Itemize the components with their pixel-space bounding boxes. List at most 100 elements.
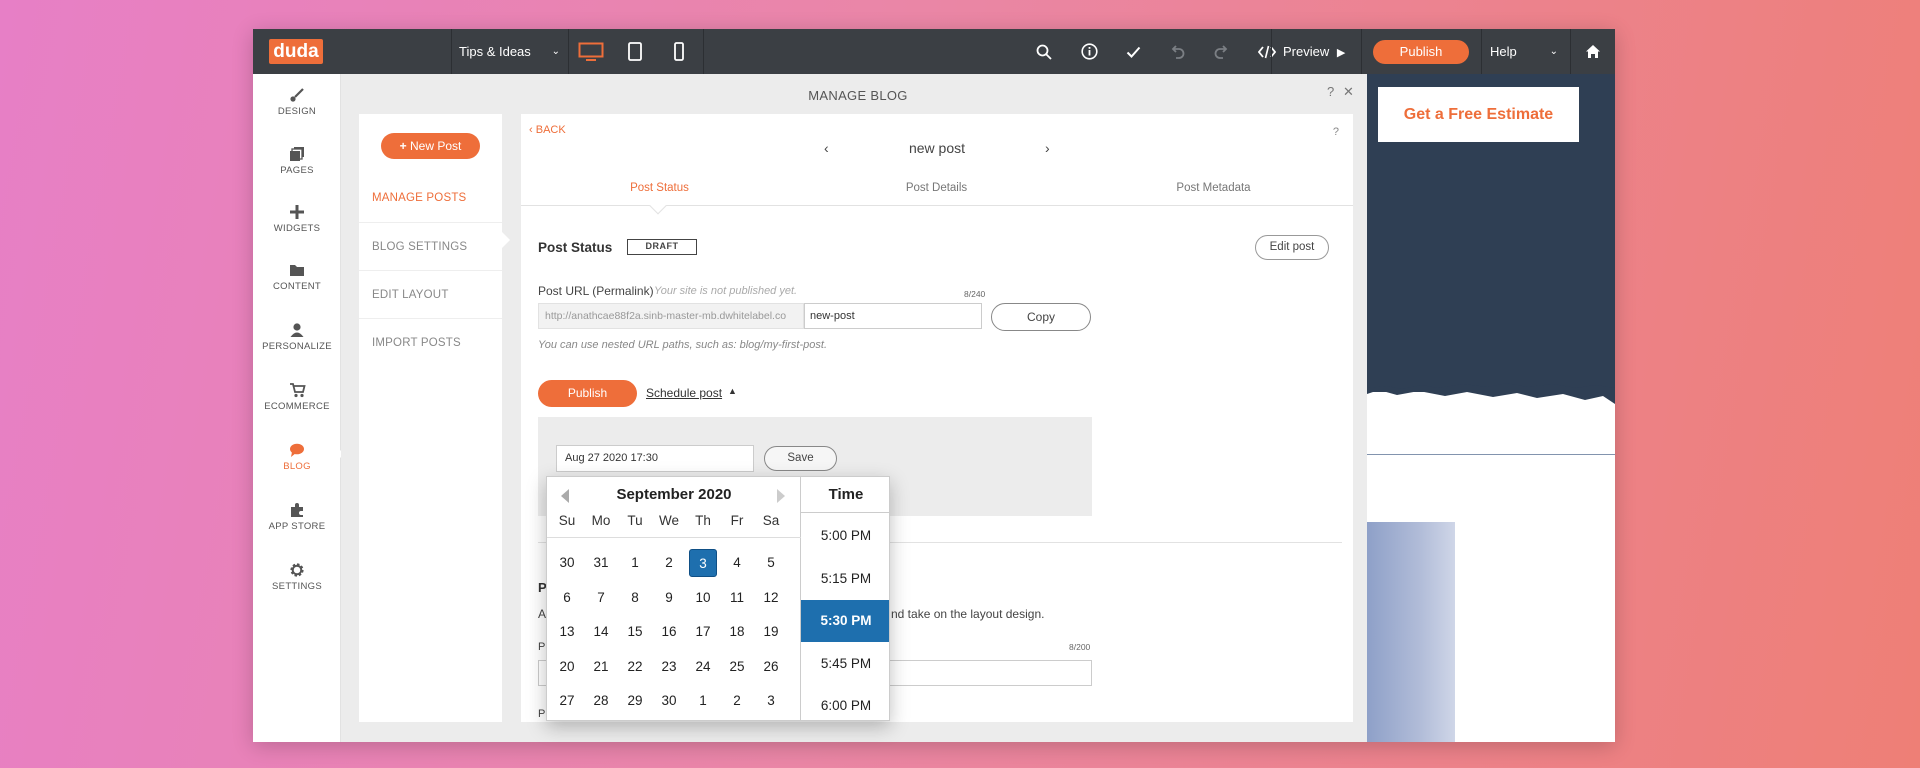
url-slug-input[interactable]: new-post [804, 303, 982, 329]
calendar-day[interactable]: 28 [587, 687, 615, 715]
tab-post-metadata[interactable]: Post Metadata [1075, 170, 1352, 206]
tab-post-details[interactable]: Post Details [798, 170, 1075, 206]
time-option[interactable]: 6:00 PM [801, 685, 889, 720]
calendar-day[interactable]: 19 [757, 618, 785, 646]
calendar-day-selected[interactable]: 3 [689, 549, 717, 577]
calendar: September 2020 Su Mo Tu We Th Fr Sa 30 31 1 2 3 4 5 6… [547, 477, 801, 720]
calendar-day[interactable]: 3 [757, 687, 785, 715]
redo-button[interactable] [1199, 29, 1243, 74]
calendar-day[interactable]: 16 [655, 618, 683, 646]
calendar-day[interactable]: 30 [553, 549, 581, 577]
cart-icon [253, 379, 341, 401]
next-month-button[interactable] [777, 489, 785, 503]
preview-button[interactable]: Preview ▶ [1271, 29, 1361, 74]
sidebar-item-label: WIDGETS [273, 223, 321, 234]
calendar-day[interactable]: 1 [621, 549, 649, 577]
calendar-day[interactable]: 23 [655, 653, 683, 681]
calendar-day[interactable]: 7 [587, 584, 615, 612]
calendar-day[interactable]: 18 [723, 618, 751, 646]
calendar-day[interactable]: 4 [723, 549, 751, 577]
nav-import-posts[interactable]: IMPORT POSTS [359, 318, 502, 366]
nav-blog-settings[interactable]: BLOG SETTINGS [359, 222, 502, 270]
back-link[interactable]: ‹ BACK [529, 124, 566, 136]
calendar-day[interactable]: 5 [757, 549, 785, 577]
sidebar-item-widgets[interactable]: WIDGETS [253, 195, 341, 253]
search-icon [1036, 44, 1052, 60]
calendar-day[interactable]: 26 [757, 653, 785, 681]
calendar-day[interactable]: 9 [655, 584, 683, 612]
schedule-post-link[interactable]: Schedule post [646, 386, 722, 400]
help-dropdown[interactable]: Help ⌄ [1482, 29, 1568, 74]
undo-button[interactable] [1155, 29, 1199, 74]
calendar-day[interactable]: 8 [621, 584, 649, 612]
calendar-day[interactable]: 15 [621, 618, 649, 646]
sidebar-item-design[interactable]: DESIGN [253, 78, 341, 136]
edit-post-button[interactable]: Edit post [1255, 235, 1329, 260]
next-post-button[interactable]: › [1045, 140, 1050, 156]
datetime-picker: September 2020 Su Mo Tu We Th Fr Sa 30 31 1 2 3 4 5 6… [546, 476, 890, 721]
calendar-day[interactable]: 6 [553, 584, 581, 612]
search-button[interactable] [1022, 29, 1066, 74]
sidebar-item-pages[interactable]: PAGES [253, 137, 341, 195]
calendar-day[interactable]: 13 [553, 618, 581, 646]
save-schedule-button[interactable]: Save [764, 446, 837, 471]
new-post-button[interactable]: + New Post [381, 133, 480, 159]
calendar-day[interactable]: 29 [621, 687, 649, 715]
time-option[interactable]: 5:45 PM [801, 643, 889, 685]
sidebar-item-ecommerce[interactable]: ECOMMERCE [253, 373, 341, 431]
mobile-icon [674, 42, 684, 61]
close-icon[interactable]: ✕ [1343, 84, 1354, 100]
chevron-up-icon[interactable]: ▲ [728, 386, 737, 396]
preview-image [1367, 522, 1455, 742]
tablet-view-button[interactable] [613, 29, 657, 74]
brush-stroke-divider [1367, 383, 1615, 404]
field-char-count: 8/200 [1069, 642, 1091, 652]
toolbar-divider [1361, 29, 1362, 74]
calendar-day[interactable]: 25 [723, 653, 751, 681]
sidebar-item-personalize[interactable]: PERSONALIZE [253, 313, 341, 371]
post-title: new post [908, 140, 966, 156]
publish-site-button[interactable]: Publish [1373, 40, 1469, 64]
free-estimate-button[interactable]: Get a Free Estimate [1378, 87, 1579, 142]
calendar-day[interactable]: 2 [723, 687, 751, 715]
folder-icon [253, 259, 341, 281]
nav-manage-posts[interactable]: MANAGE POSTS [359, 174, 502, 222]
calendar-day[interactable]: 22 [621, 653, 649, 681]
chat-icon [253, 439, 341, 461]
calendar-day[interactable]: 14 [587, 618, 615, 646]
copy-url-button[interactable]: Copy [991, 303, 1091, 331]
calendar-day[interactable]: 31 [587, 549, 615, 577]
calendar-day[interactable]: 1 [689, 687, 717, 715]
calendar-day[interactable]: 21 [587, 653, 615, 681]
time-option[interactable]: 5:00 PM [801, 515, 889, 557]
mobile-view-button[interactable] [657, 29, 701, 74]
weekday-label: Fr [730, 513, 744, 528]
calendar-day[interactable]: 11 [723, 584, 751, 612]
time-option[interactable]: 5:15 PM [801, 558, 889, 600]
info-button[interactable] [1067, 29, 1111, 74]
desktop-view-button[interactable] [569, 29, 613, 74]
calendar-day[interactable]: 30 [655, 687, 683, 715]
top-toolbar: duda Tips & Ideas ⌄ Preview ▶ Publish He… [253, 29, 1615, 74]
calendar-day[interactable]: 20 [553, 653, 581, 681]
nav-edit-layout[interactable]: EDIT LAYOUT [359, 270, 502, 318]
publish-post-button[interactable]: Publish [538, 380, 637, 407]
schedule-date-input[interactable]: Aug 27 2020 17:30 [556, 445, 754, 472]
calendar-day[interactable]: 10 [689, 584, 717, 612]
sidebar-item-settings[interactable]: SETTINGS [253, 553, 341, 611]
help-icon[interactable]: ? [1333, 126, 1339, 138]
calendar-day[interactable]: 24 [689, 653, 717, 681]
calendar-day[interactable]: 27 [553, 687, 581, 715]
calendar-day[interactable]: 17 [689, 618, 717, 646]
tips-dropdown[interactable]: Tips & Ideas ⌄ [453, 29, 568, 74]
home-button[interactable] [1571, 29, 1615, 74]
sidebar-item-app-store[interactable]: APP STORE [253, 493, 341, 551]
calendar-day[interactable]: 2 [655, 549, 683, 577]
sidebar-item-content[interactable]: CONTENT [253, 253, 341, 311]
help-icon[interactable]: ? [1327, 84, 1334, 99]
sidebar-item-blog[interactable]: BLOG [253, 433, 341, 491]
gear-icon [253, 559, 341, 581]
time-option-selected[interactable]: 5:30 PM [801, 600, 889, 642]
calendar-day[interactable]: 12 [757, 584, 785, 612]
validate-button[interactable] [1111, 29, 1155, 74]
